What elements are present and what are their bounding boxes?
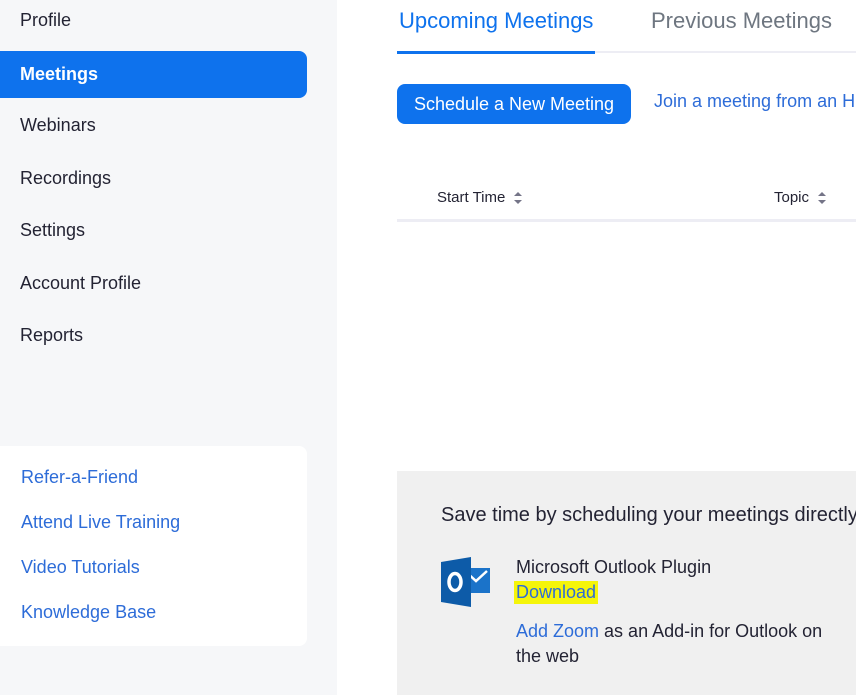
schedule-meeting-button[interactable]: Schedule a New Meeting [397,84,631,124]
outlook-promo: Save time by scheduling your meetings di… [397,471,856,695]
sidebar-item-meetings[interactable]: Meetings [0,51,307,98]
refer-a-friend-link[interactable]: Refer-a-Friend [21,467,138,488]
sidebar-item-label: Settings [20,220,86,240]
column-label: Topic [774,189,810,206]
video-tutorials-link[interactable]: Video Tutorials [21,557,140,578]
sidebar: Profile Meetings Webinars Recordings Set… [0,0,337,695]
sidebar-item-webinars[interactable]: Webinars [0,102,307,149]
outlook-icon [441,557,490,607]
meetings-tabs: Upcoming Meetings Previous Meetings [396,0,856,54]
plugin-title: Microsoft Outlook Plugin [516,557,712,577]
sidebar-item-label: Account Profile [20,273,142,293]
column-label: Start Time [437,189,506,206]
resources-panel: Refer-a-Friend Attend Live Training Vide… [0,446,307,646]
sidebar-item-label: Recordings [20,168,112,188]
sidebar-item-profile[interactable]: Profile [0,0,307,44]
join-h323-link[interactable]: Join a meeting from an H.3 [654,91,856,112]
column-start-time[interactable]: Start Time [437,189,523,206]
sort-icon [514,191,523,204]
sidebar-item-label: Webinars [20,115,96,135]
sort-icon [818,191,827,204]
meetings-table-header: Start Time Topic [397,178,856,222]
tab-upcoming-meetings[interactable]: Upcoming Meetings [396,0,596,54]
sidebar-item-reports[interactable]: Reports [0,312,307,359]
schedule-meeting-label: Schedule a New Meeting [413,93,615,114]
tab-previous-meetings[interactable]: Previous Meetings [651,0,832,53]
sidebar-item-account-profile[interactable]: Account Profile [0,260,307,307]
promo-text: Save time by scheduling your meetings di… [441,504,856,526]
column-topic[interactable]: Topic [774,189,827,206]
sidebar-item-label: Reports [20,325,84,345]
sidebar-item-settings[interactable]: Settings [0,207,307,254]
sidebar-item-label: Profile [20,10,72,30]
addin-description: Add Zoom as an Add-in for Outlook on the… [516,619,826,669]
knowledge-base-link[interactable]: Knowledge Base [21,602,156,623]
download-link[interactable]: Download [514,581,599,604]
tab-label: Upcoming Meetings [399,7,594,33]
sidebar-item-label: Meetings [20,64,99,84]
attend-live-training-link[interactable]: Attend Live Training [21,512,180,533]
add-zoom-link[interactable]: Add Zoom [516,621,599,641]
tab-label: Previous Meetings [651,7,832,33]
sidebar-item-recordings[interactable]: Recordings [0,155,307,202]
